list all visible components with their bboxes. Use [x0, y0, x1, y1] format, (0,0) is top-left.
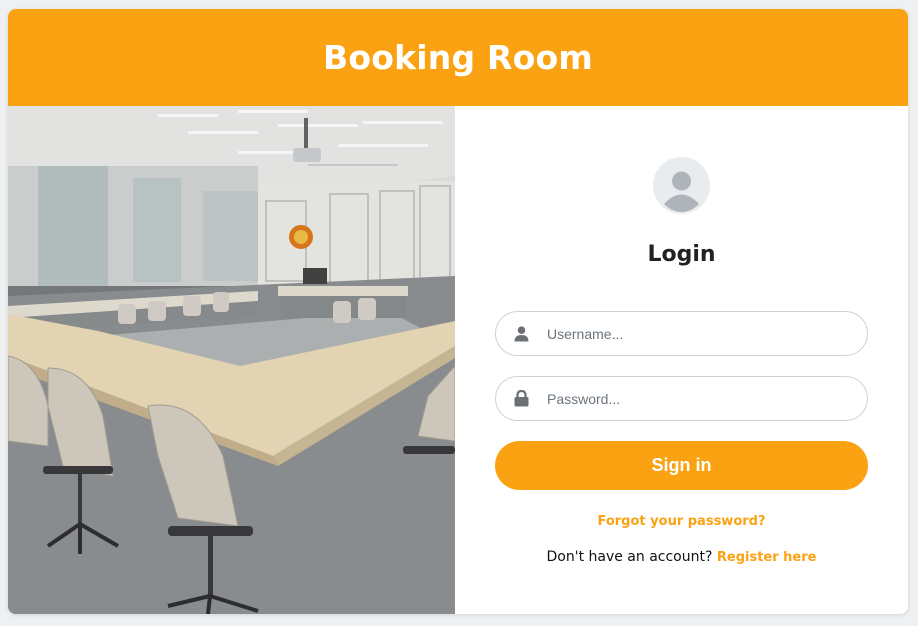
user-icon	[512, 325, 530, 343]
login-panel: Login Sign in Forgot your password?	[455, 106, 908, 614]
login-card: Booking Room Login Username... Sign in F…	[8, 9, 908, 614]
forgot-password-link[interactable]: Forgot your password?	[455, 514, 908, 529]
app-title: Booking Room	[323, 38, 593, 77]
username-field[interactable]	[495, 311, 868, 356]
password-field[interactable]	[495, 376, 868, 421]
sign-in-button[interactable]: Sign in	[495, 441, 868, 490]
register-prompt-line: Don't have an account? Register here	[455, 549, 908, 565]
meeting-room-photo	[8, 106, 455, 614]
username-input[interactable]	[547, 325, 847, 342]
password-input[interactable]	[547, 390, 847, 407]
user-circle-icon	[653, 157, 710, 214]
app-header: Booking Room	[8, 9, 908, 106]
lock-icon	[512, 390, 530, 408]
register-prompt-text: Don't have an account?	[546, 549, 713, 565]
register-link[interactable]: Register here	[717, 550, 817, 565]
login-title: Login	[647, 242, 716, 267]
